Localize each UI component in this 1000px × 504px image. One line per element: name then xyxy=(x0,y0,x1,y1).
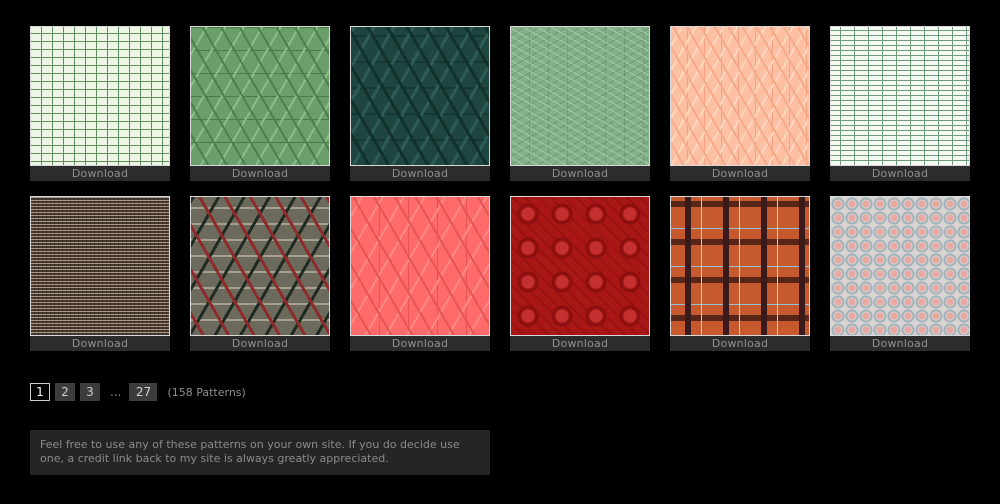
pattern-count: (158 Patterns) xyxy=(167,385,246,399)
pattern-card: Download xyxy=(670,26,810,181)
pattern-card: Download xyxy=(510,196,650,351)
pattern-preview[interactable] xyxy=(350,196,490,336)
pattern-card: Download xyxy=(510,26,650,181)
pattern-card: Download xyxy=(190,196,330,351)
pattern-preview[interactable] xyxy=(510,26,650,166)
usage-note-text: Feel free to use any of these patterns o… xyxy=(40,438,460,465)
usage-note: Feel free to use any of these patterns o… xyxy=(30,430,490,475)
pagination-ellipsis: ... xyxy=(110,385,122,399)
pattern-preview[interactable] xyxy=(510,196,650,336)
last-page-button[interactable]: 27 xyxy=(129,383,158,401)
pattern-card: Download xyxy=(350,26,490,181)
pattern-preview[interactable] xyxy=(190,26,330,166)
download-button[interactable]: Download xyxy=(510,336,650,351)
pattern-card: Download xyxy=(30,196,170,351)
download-button[interactable]: Download xyxy=(830,166,970,181)
download-button[interactable]: Download xyxy=(670,336,810,351)
download-button[interactable]: Download xyxy=(350,336,490,351)
download-button[interactable]: Download xyxy=(190,336,330,351)
pattern-card: Download xyxy=(350,196,490,351)
download-button[interactable]: Download xyxy=(30,166,170,181)
pattern-card: Download xyxy=(670,196,810,351)
download-button[interactable]: Download xyxy=(510,166,650,181)
pattern-preview[interactable] xyxy=(190,196,330,336)
pattern-preview[interactable] xyxy=(830,196,970,336)
pattern-row: Download Download Download Download Down… xyxy=(30,26,970,181)
pattern-preview[interactable] xyxy=(30,26,170,166)
pattern-preview[interactable] xyxy=(670,196,810,336)
page-3-button[interactable]: 3 xyxy=(80,383,100,401)
download-button[interactable]: Download xyxy=(830,336,970,351)
pagination: 1 2 3 ... 27 (158 Patterns) xyxy=(30,383,246,401)
download-button[interactable]: Download xyxy=(670,166,810,181)
download-button[interactable]: Download xyxy=(190,166,330,181)
pattern-preview[interactable] xyxy=(350,26,490,166)
pattern-preview[interactable] xyxy=(830,26,970,166)
pattern-preview[interactable] xyxy=(670,26,810,166)
download-button[interactable]: Download xyxy=(30,336,170,351)
page-2-button[interactable]: 2 xyxy=(55,383,75,401)
pattern-preview[interactable] xyxy=(30,196,170,336)
pattern-card: Download xyxy=(830,26,970,181)
download-button[interactable]: Download xyxy=(350,166,490,181)
page-1-button[interactable]: 1 xyxy=(30,383,50,401)
pattern-row: Download Download Download Download Down… xyxy=(30,196,970,351)
pattern-card: Download xyxy=(30,26,170,181)
pattern-card: Download xyxy=(830,196,970,351)
pattern-grid: Download Download Download Download Down… xyxy=(30,26,970,371)
pattern-card: Download xyxy=(190,26,330,181)
